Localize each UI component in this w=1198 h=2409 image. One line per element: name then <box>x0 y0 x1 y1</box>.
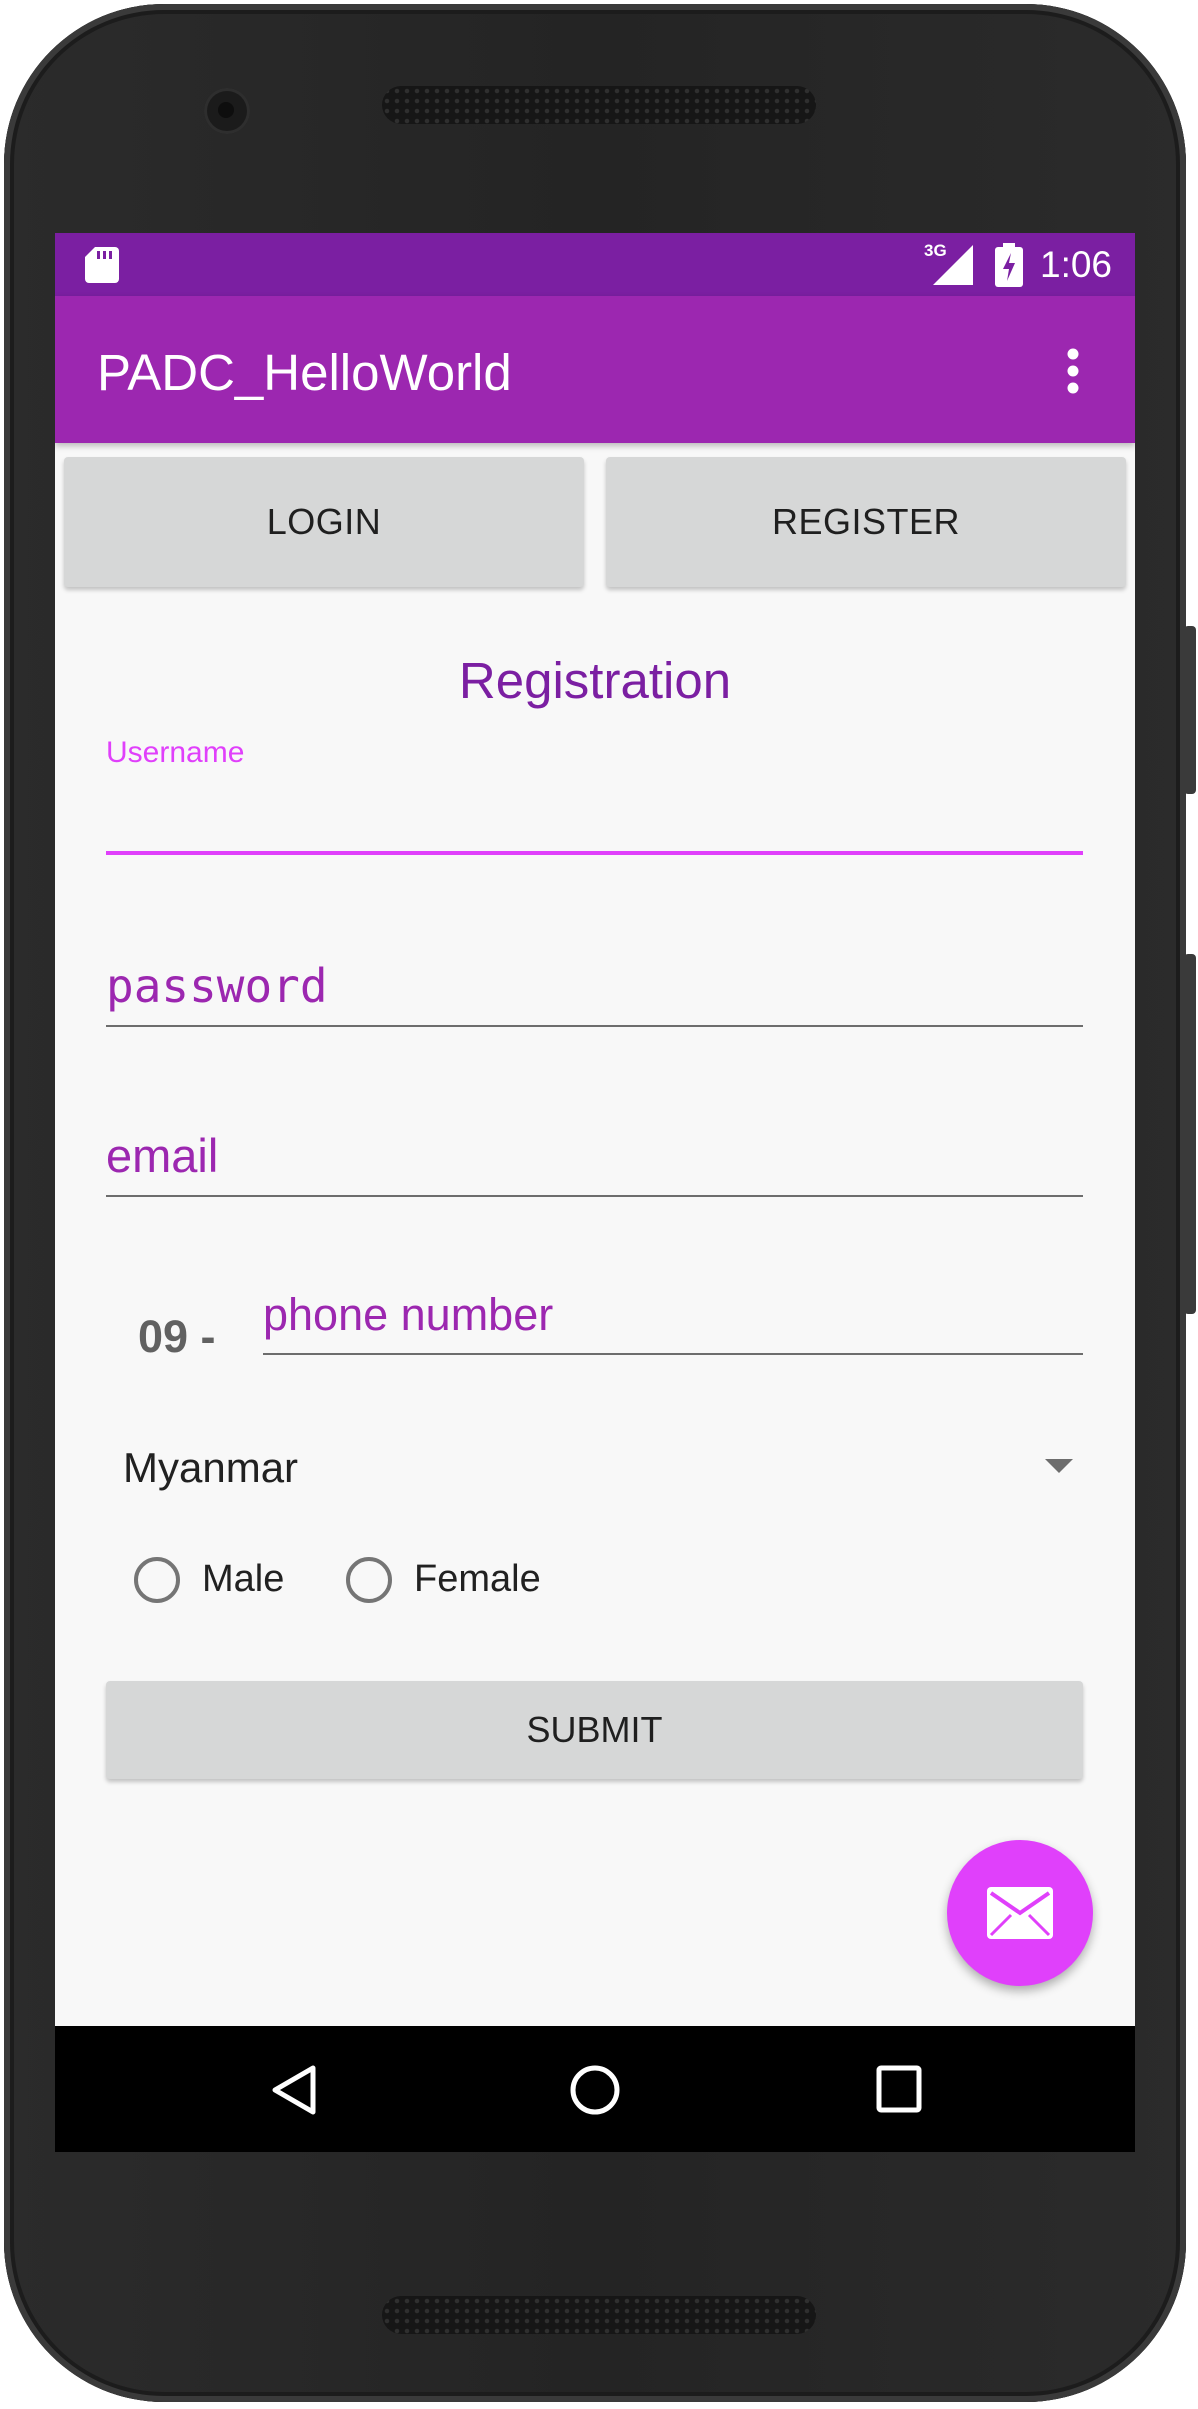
battery-charging-icon <box>995 243 1023 287</box>
username-field[interactable] <box>106 753 1083 855</box>
volume-button <box>1184 954 1196 1314</box>
app-title: PADC_HelloWorld <box>97 344 512 401</box>
front-camera <box>204 88 250 134</box>
password-placeholder: password <box>106 959 328 1013</box>
bottom-speaker <box>382 2296 816 2334</box>
country-selected: Myanmar <box>123 1444 299 1491</box>
email-fab-button[interactable] <box>947 1840 1093 1986</box>
home-icon[interactable] <box>569 2064 621 2116</box>
registration-heading: Registration <box>458 652 732 709</box>
male-radio[interactable] <box>134 1557 180 1603</box>
phone-prefix: 09 - <box>138 1311 216 1362</box>
phone-placeholder: phone number <box>263 1289 554 1340</box>
email-placeholder: email <box>106 1129 219 1182</box>
email-field[interactable]: email <box>106 1123 1083 1197</box>
back-icon[interactable] <box>269 2064 319 2116</box>
login-button[interactable]: LOGIN <box>64 457 584 587</box>
network-type-label: 3G <box>924 241 947 260</box>
more-vert-icon[interactable] <box>1063 346 1083 396</box>
female-label[interactable]: Female <box>414 1558 541 1601</box>
submit-button[interactable]: SUBMIT <box>106 1681 1083 1779</box>
sd-card-icon <box>85 247 119 283</box>
male-label[interactable]: Male <box>202 1558 284 1601</box>
status-bar: 3G 1:06 <box>55 233 1135 296</box>
email-icon <box>987 1887 1053 1939</box>
register-button[interactable]: REGISTER <box>606 457 1126 587</box>
screen: 3G 1:06 PADC_HelloWorld LOGIN REGISTER R… <box>55 233 1135 2152</box>
top-speaker <box>382 86 816 124</box>
phone-number-field[interactable]: phone number <box>263 1283 1083 1355</box>
navigation-bar <box>55 2026 1135 2152</box>
power-button <box>1184 626 1196 794</box>
password-field[interactable]: password <box>106 953 1083 1027</box>
status-clock: 1:06 <box>1040 244 1113 285</box>
recents-icon[interactable] <box>875 2064 923 2114</box>
female-radio[interactable] <box>346 1557 392 1603</box>
dropdown-arrow-icon <box>1045 1459 1073 1473</box>
app-bar: PADC_HelloWorld <box>55 296 1135 443</box>
